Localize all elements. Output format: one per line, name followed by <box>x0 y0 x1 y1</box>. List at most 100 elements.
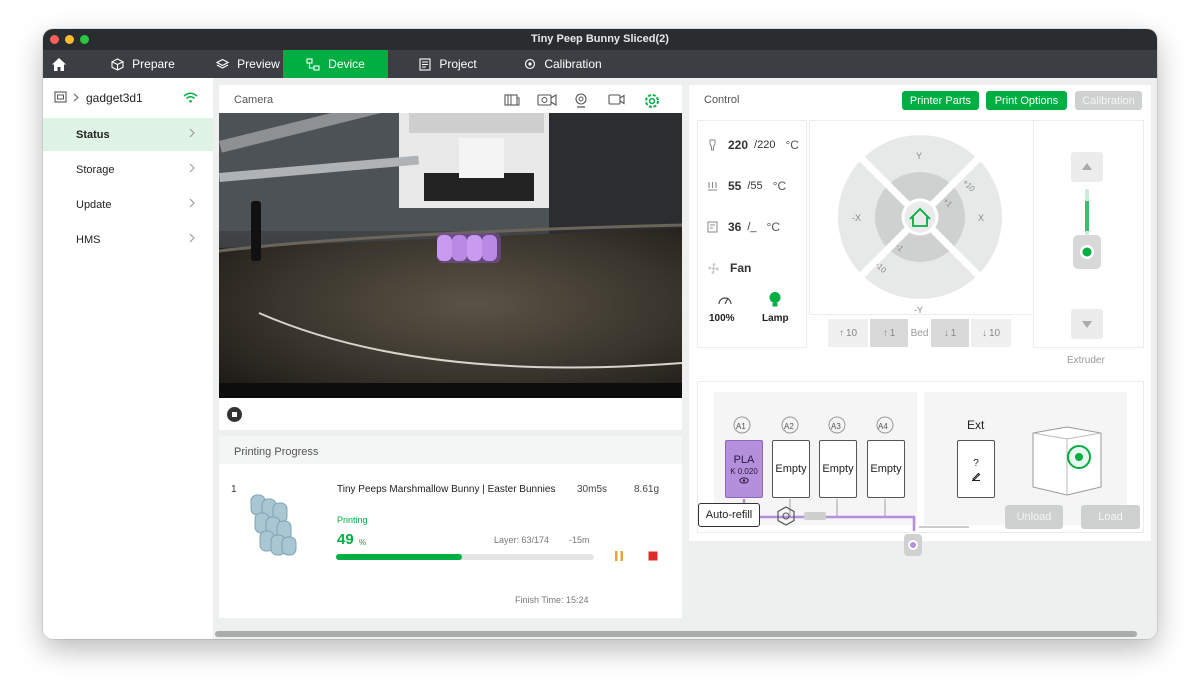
webcam-button[interactable] <box>574 93 588 113</box>
camera-stop-button[interactable] <box>227 407 242 422</box>
printer-icon <box>54 91 67 103</box>
bed-up-10-button[interactable]: ↑ 10 <box>828 319 868 347</box>
pause-icon <box>615 551 623 561</box>
chamber-temp-current: 36 <box>728 220 742 234</box>
tab-device[interactable]: Device <box>283 50 388 78</box>
job-weight: 8.61g <box>634 484 660 495</box>
arrow-down-icon <box>1082 321 1092 328</box>
ams-slot-a4[interactable]: Empty <box>867 440 905 498</box>
bed-down-10-button[interactable]: ↓ 10 <box>971 319 1011 347</box>
timelapse-button[interactable] <box>537 93 557 112</box>
chamber-temperature[interactable]: 36 /_ °C <box>707 219 780 235</box>
sidebar-item-hms[interactable]: HMS <box>43 223 213 256</box>
ams-slot-a1[interactable]: PLA K 0.020 <box>725 440 763 498</box>
nozzle-icon <box>709 139 716 151</box>
device-selector[interactable]: gadget3d1 <box>43 78 213 116</box>
calibration-button[interactable]: Calibration <box>1075 91 1142 110</box>
tab-calibration[interactable]: Calibration <box>498 50 628 78</box>
bed-up-1-button[interactable]: ↑ 1 <box>870 319 908 347</box>
speed-button[interactable]: 100% <box>709 293 741 327</box>
camera-settings-button[interactable] <box>644 93 660 114</box>
camera-panel: Camera <box>219 85 682 430</box>
fan-icon <box>708 262 719 274</box>
nozzle-temp-target: /220 <box>754 139 776 151</box>
ams-settings-button[interactable] <box>775 505 797 527</box>
model-thumbnail <box>250 494 297 556</box>
progress-bar-fill <box>336 554 463 560</box>
ams-slot-a3[interactable]: Empty <box>819 440 857 498</box>
external-spool-slot[interactable]: ? <box>957 440 995 498</box>
sidebar-item-update[interactable]: Update <box>43 188 213 221</box>
stop-print-button[interactable] <box>646 549 660 563</box>
speedometer-icon <box>718 297 732 305</box>
sidebar-item-label: Status <box>76 129 110 141</box>
device-name: gadget3d1 <box>86 91 143 105</box>
camera-title: Camera <box>234 94 274 106</box>
chevron-right-icon <box>189 198 195 208</box>
home-icon <box>52 57 66 71</box>
webcam-icon <box>575 93 587 108</box>
record-video-button[interactable] <box>608 93 625 111</box>
print-status: Printing <box>337 515 368 525</box>
slot-id-rings <box>733 416 894 434</box>
app-window: Tiny Peep Bunny Sliced(2) Prepare Previe… <box>43 29 1157 639</box>
printer-parts-button[interactable]: Printer Parts <box>902 91 979 110</box>
sidebar-item-storage[interactable]: Storage <box>43 153 213 186</box>
chevron-right-icon <box>189 233 195 243</box>
lamp-label: Lamp <box>762 313 789 324</box>
toolhead-icon <box>904 534 922 556</box>
pause-button[interactable] <box>612 549 626 563</box>
tab-calibration-label: Calibration <box>544 57 602 71</box>
extruder-label: Extruder <box>1067 355 1105 366</box>
bed-controls: ↑ 10 ↑ 1 Bed ↓ 1 ↓ 10 <box>828 319 1011 347</box>
jog-x-pos[interactable]: X <box>978 213 984 223</box>
bed-up-10-label: 10 <box>845 327 858 339</box>
bed-temperature[interactable]: 55 /55 °C <box>707 178 786 194</box>
video-camera-icon <box>608 94 625 105</box>
progress-percent-unit: % <box>359 538 367 547</box>
filament-path <box>742 499 969 531</box>
gear-icon <box>645 94 659 108</box>
project-icon <box>419 57 431 71</box>
extruder-graphic <box>1073 189 1101 269</box>
jog-y-neg[interactable]: -Y <box>914 305 923 315</box>
horizontal-scrollbar[interactable] <box>215 631 1137 637</box>
fan-label: Fan <box>730 261 752 275</box>
sidebar-item-status[interactable]: Status <box>43 118 213 151</box>
lamp-button[interactable]: Lamp <box>759 291 791 327</box>
home-button[interactable] <box>43 50 75 78</box>
control-panel: Control Printer Parts Print Options Cali… <box>689 85 1151 556</box>
chamber-temp-unit: °C <box>766 220 781 234</box>
print-options-button[interactable]: Print Options <box>986 91 1067 110</box>
bed-down-1-label: 1 <box>950 327 957 339</box>
tab-prepare[interactable]: Prepare <box>88 50 198 78</box>
bed-temp-current: 55 <box>728 179 742 193</box>
stop-icon <box>648 551 658 561</box>
extruder-up-button[interactable] <box>1071 152 1103 182</box>
fan-control[interactable]: Fan <box>707 260 751 276</box>
load-button[interactable]: Load <box>1081 505 1140 529</box>
sidebar-item-label: Storage <box>76 164 115 176</box>
extruder-down-button[interactable] <box>1071 309 1103 339</box>
sd-card-icon <box>504 94 520 106</box>
auto-refill-button[interactable]: Auto-refill <box>698 503 760 527</box>
unload-button[interactable]: Unload <box>1005 505 1063 529</box>
camera-feed <box>219 113 682 398</box>
ams-slot-a2[interactable]: Empty <box>772 440 810 498</box>
jog-y-pos[interactable]: Y <box>916 151 922 161</box>
title-bar: Tiny Peep Bunny Sliced(2) <box>43 29 1157 50</box>
progress-title: Printing Progress <box>234 446 319 458</box>
tab-project[interactable]: Project <box>393 50 503 78</box>
printer-isometric-icon <box>1032 426 1102 496</box>
jog-x-neg[interactable]: -X <box>852 213 861 223</box>
timelapse-icon <box>537 94 557 106</box>
bed-label: Bed <box>910 327 929 339</box>
nozzle-temperature[interactable]: 220 /220 °C <box>707 137 799 153</box>
bed-down-1-button[interactable]: ↓ 1 <box>931 319 969 347</box>
chevron-right-icon <box>189 128 195 138</box>
chamber-temp-target: /_ <box>747 221 757 233</box>
sd-card-button[interactable] <box>504 93 520 112</box>
device-sidebar: gadget3d1 Status Storage Update HMS <box>43 78 213 639</box>
nozzle-temp-current: 220 <box>728 138 749 152</box>
ams-settings-icon <box>777 506 795 526</box>
